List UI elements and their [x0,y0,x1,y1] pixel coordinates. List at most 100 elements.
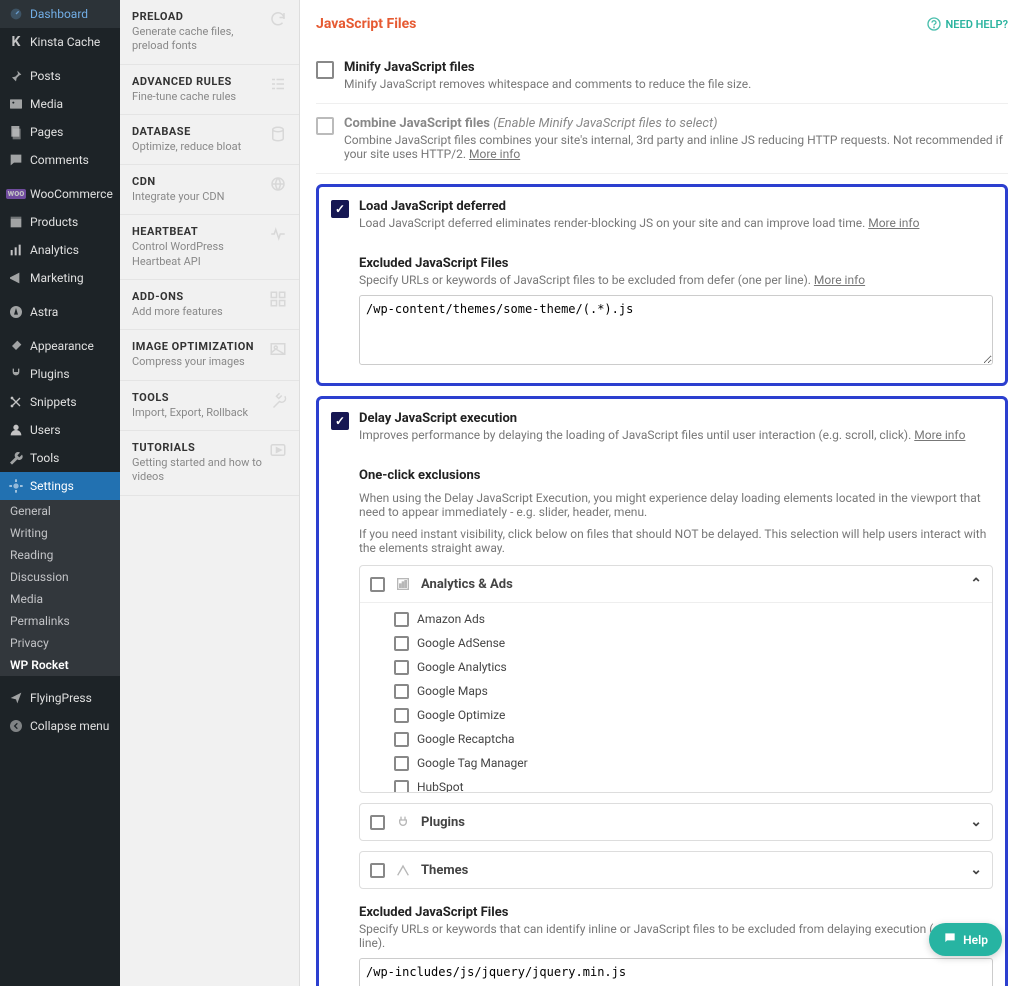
tab-preload[interactable]: PRELOADGenerate cache files, preload fon… [120,0,299,65]
defer-more-info-link[interactable]: More info [868,216,919,230]
collapse-icon [8,718,24,734]
exclusion-item-checkbox[interactable] [394,612,409,627]
sidebar-sub-privacy[interactable]: Privacy [0,632,120,654]
exclusion-item-checkbox[interactable] [394,732,409,747]
sidebar-item-flyingpress[interactable]: FlyingPress [0,684,120,712]
exclusion-item-checkbox[interactable] [394,660,409,675]
sidebar-sub-media[interactable]: Media [0,588,120,610]
accordion-header[interactable]: Themes⌄ [360,852,992,888]
sidebar-sub-reading[interactable]: Reading [0,544,120,566]
help-widget-label: Help [963,933,988,947]
combine-js-title: Combine JavaScript files (Enable Minify … [344,116,1008,131]
help-widget[interactable]: Help [929,923,1002,956]
sidebar-item-woocommerce[interactable]: wooWooCommerce [0,180,120,208]
tab-tools[interactable]: TOOLSImport, Export, Rollback [120,381,299,431]
minify-js-option: Minify JavaScript files Minify JavaScrip… [316,48,1008,104]
exclusion-item-label: Google Tag Manager [417,756,528,770]
exclusion-item-checkbox[interactable] [394,636,409,651]
need-help-link[interactable]: NEED HELP? [926,16,1009,32]
delay-excluded-heading: Excluded JavaScript Files [359,905,993,920]
sidebar-item-tools[interactable]: Tools [0,444,120,472]
sidebar-item-pages[interactable]: Pages [0,118,120,146]
delay-js-checkbox[interactable] [331,412,349,430]
chevron-down-icon: ⌄ [970,862,982,878]
sidebar-sub-writing[interactable]: Writing [0,522,120,544]
minify-js-checkbox[interactable] [316,61,334,79]
accordion-header[interactable]: Analytics & Ads⌃ [360,566,992,602]
sidebar-item-comments[interactable]: Comments [0,146,120,174]
chevron-up-icon: ⌃ [970,576,982,592]
delay-excluded-textarea[interactable] [359,958,993,986]
sidebar-sub-general[interactable]: General [0,500,120,522]
dash-icon [8,6,24,22]
delay-more-info-link[interactable]: More info [914,428,965,442]
tab-database[interactable]: DATABASEOptimize, reduce bloat [120,115,299,165]
exclusion-item: Google Analytics [394,655,982,679]
sidebar-item-posts[interactable]: Posts [0,62,120,90]
one-click-heading: One-click exclusions [359,468,993,483]
exclusion-item-checkbox[interactable] [394,684,409,699]
accordion-header[interactable]: Plugins⌄ [360,804,992,840]
exclusion-item-label: Amazon Ads [417,612,485,626]
category-checkbox[interactable] [370,815,385,830]
sidebar-sub-wp-rocket[interactable]: WP Rocket [0,654,120,676]
wprocket-tabs-sidebar: PRELOADGenerate cache files, preload fon… [120,0,300,986]
minify-js-desc: Minify JavaScript removes whitespace and… [344,77,751,91]
category-checkbox[interactable] [370,863,385,878]
tab-image-optimization[interactable]: IMAGE OPTIMIZATIONCompress your images [120,330,299,380]
tab-heartbeat[interactable]: HEARTBEATControl WordPress Heartbeat API [120,215,299,280]
category-checkbox[interactable] [370,577,385,592]
help-icon [926,16,942,32]
defer-excluded-more-link[interactable]: More info [814,273,865,287]
db-icon [269,125,287,143]
sidebar-item-plugins[interactable]: Plugins [0,360,120,388]
delay-excluded-desc: Specify URLs or keywords that can identi… [359,922,993,950]
tab-advanced-rules[interactable]: ADVANCED RULESFine-tune cache rules [120,65,299,115]
wrench-icon [269,391,287,409]
exclusion-item-checkbox[interactable] [394,756,409,771]
tab-tutorials[interactable]: TUTORIALSGetting started and how to vide… [120,431,299,496]
defer-js-desc: Load JavaScript deferred eliminates rend… [359,216,919,230]
exclusion-item-label: Google Analytics [417,660,507,674]
defer-excluded-desc-text: Specify URLs or keywords of JavaScript f… [359,273,811,287]
sidebar-item-snippets[interactable]: Snippets [0,388,120,416]
fly-icon [8,690,24,706]
sidebar-item-settings[interactable]: Settings [0,472,120,500]
sidebar-sub-discussion[interactable]: Discussion [0,566,120,588]
defer-excluded-textarea[interactable] [359,295,993,365]
sidebar-item-appearance[interactable]: Appearance [0,332,120,360]
exclusion-item: Google Maps [394,679,982,703]
sidebar-item-marketing[interactable]: Marketing [0,264,120,292]
exclusion-item-checkbox[interactable] [394,780,409,792]
sidebar-item-users[interactable]: Users [0,416,120,444]
chevron-down-icon: ⌄ [970,814,982,830]
sidebar-item-analytics[interactable]: Analytics [0,236,120,264]
sidebar-item-collapse-menu[interactable]: Collapse menu [0,712,120,740]
tab-add-ons[interactable]: ADD-ONSAdd more features [120,280,299,330]
exclusion-item-checkbox[interactable] [394,708,409,723]
combine-more-info-link[interactable]: More info [469,147,520,161]
sidebar-item-label: Collapse menu [30,719,109,733]
exclusion-category-analytics-ads: Analytics & Ads⌃ Amazon Ads Google AdSense… [359,565,993,793]
exclusion-item: Google AdSense [394,631,982,655]
list-icon [269,75,287,93]
defer-excluded-desc: Specify URLs or keywords of JavaScript f… [359,273,993,287]
sidebar-item-media[interactable]: Media [0,90,120,118]
pin-icon [8,68,24,84]
sidebar-sub-permalinks[interactable]: Permalinks [0,610,120,632]
defer-js-section: Load JavaScript deferred Load JavaScript… [316,184,1008,386]
tab-desc: Fine-tune cache rules [132,90,263,104]
img-icon [269,340,287,358]
exclusion-item-label: HubSpot [417,780,464,792]
tab-title: HEARTBEAT [132,225,263,238]
defer-js-checkbox[interactable] [331,200,349,218]
sidebar-item-products[interactable]: Products [0,208,120,236]
sidebar-item-label: Settings [30,479,74,493]
sidebar-item-kinsta-cache[interactable]: KKinsta Cache [0,28,120,56]
cog-icon [8,478,24,494]
sidebar-item-astra[interactable]: Astra [0,298,120,326]
tab-cdn[interactable]: CDNIntegrate your CDN [120,165,299,215]
sidebar-item-dashboard[interactable]: Dashboard [0,0,120,28]
theme-icon [395,862,411,878]
tab-title: TOOLS [132,391,263,404]
